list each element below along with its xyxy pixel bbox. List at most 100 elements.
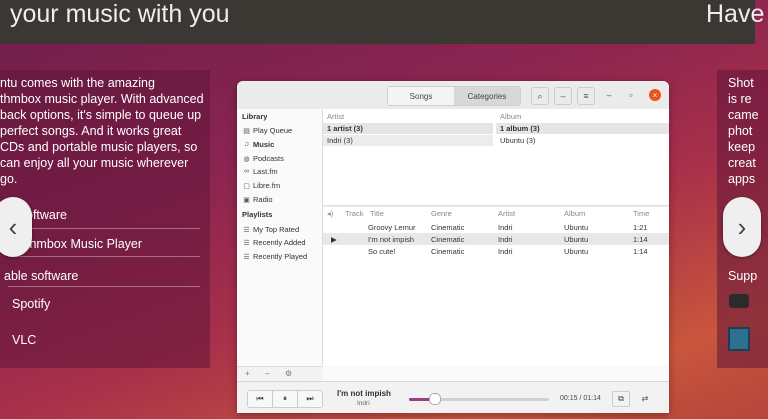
search-button[interactable]: ⌕ [531, 87, 549, 105]
playback-time: 00:15 / 01:14 [560, 395, 601, 402]
restore-icon: ▫ [629, 90, 633, 100]
playing-indicator: ▶ [331, 235, 337, 244]
sidebar-item-label: Recently Played [253, 252, 308, 261]
sidebar-item-label: Recently Added [253, 238, 306, 247]
remove-playlist-button[interactable]: – [265, 369, 269, 378]
queue-icon: ▤ [243, 127, 250, 135]
view-switcher: Songs Categories [387, 86, 521, 106]
add-playlist-button[interactable]: + [245, 369, 250, 378]
song-album: Ubuntu [564, 223, 589, 232]
table-row[interactable]: Groovy Lemur Cinematic Indri Ubuntu 1:21 [323, 221, 669, 233]
playlist-settings-button[interactable]: ⚙ [285, 369, 292, 378]
previous-track-button[interactable]: ⏮ [248, 391, 273, 407]
song-artist: Indri [498, 247, 513, 256]
genre-column-header[interactable]: Genre [431, 209, 452, 218]
divider [8, 286, 200, 287]
sidebar-item-music[interactable]: ♫ Music [242, 140, 274, 149]
song-album: Ubuntu [564, 235, 589, 244]
volume-icon: ◂) [327, 209, 334, 218]
shuffle-button[interactable]: ⇄ [637, 391, 653, 405]
next-slide-button[interactable]: › [723, 197, 761, 257]
librefm-icon: ▢ [243, 182, 250, 190]
sidebar-item-label: My Top Rated [253, 225, 300, 234]
album-column-header[interactable]: Album [500, 112, 521, 121]
menu-button[interactable]: ≡ [577, 87, 595, 105]
included-software-heading: oftware [26, 208, 67, 222]
song-album: Ubuntu [564, 247, 589, 256]
sidebar-item-label: Music [253, 140, 275, 149]
song-title: I'm not impish [368, 235, 415, 244]
sidebar-item-librefm[interactable]: ▢ Libre.fm [242, 181, 280, 190]
chevron-right-icon: › [737, 211, 747, 242]
sidebar-item-recently-added[interactable]: ☰ Recently Added [242, 238, 306, 247]
playlist-icon: ☰ [243, 239, 250, 247]
sidebar-item-radio[interactable]: ▣ Radio [242, 195, 273, 204]
tab-categories[interactable]: Categories [454, 87, 520, 105]
sidebar-item-label: Podcasts [253, 154, 284, 163]
song-artist: Indri [498, 223, 513, 232]
song-time: 1:21 [633, 223, 648, 232]
minimize-button[interactable]: – [601, 87, 617, 103]
tab-songs[interactable]: Songs [388, 87, 454, 105]
sidebar-item-play-queue[interactable]: ▤ Play Queue [242, 126, 292, 135]
pause-button[interactable]: ⏸ [273, 391, 298, 407]
next-icon: ⏭ [306, 394, 314, 403]
song-time: 1:14 [633, 235, 648, 244]
previous-icon: ⏮ [256, 394, 264, 403]
sidebar-item-podcasts[interactable]: ◍ Podcasts [242, 154, 284, 163]
next-track-button[interactable]: ⏭ [298, 391, 322, 407]
repeat-icon: ⧉ [618, 394, 624, 403]
hamburger-menu-icon: ≡ [583, 91, 589, 101]
table-row[interactable]: ▶ I'm not impish Cinematic Indri Ubuntu … [323, 233, 669, 245]
song-genre: Cinematic [431, 223, 465, 232]
pause-icon: ⏸ [283, 394, 287, 403]
available-software-heading: able software [4, 269, 79, 283]
song-title: So cute! [368, 247, 396, 256]
playlist-icon: ☰ [243, 226, 250, 234]
sidebar-item-lastfm[interactable]: ∞ Last.fm [242, 167, 278, 176]
artist-column-header[interactable]: Artist [498, 209, 515, 218]
sidebar-item-label: Radio [253, 195, 273, 204]
window-titlebar: Songs Categories ⌕ – ≡ – ▫ × [237, 81, 669, 110]
repeat-button[interactable]: ⧉ [612, 391, 630, 407]
artist-row[interactable]: 1 artist (3) [323, 123, 493, 134]
playlists-heading: Playlists [242, 210, 273, 219]
artist-column-header[interactable]: Artist [327, 112, 344, 121]
album-row[interactable]: Ubuntu (3) [496, 135, 669, 146]
player-bar: ⏮ ⏸ ⏭ I'm not impish Indri 00:15 / 01:14… [237, 381, 669, 413]
table-row[interactable]: So cute! Cinematic Indri Ubuntu 1:14 [323, 245, 669, 257]
sidebar-item-label: Play Queue [253, 126, 293, 135]
song-artist: Indri [498, 235, 513, 244]
minimize-icon: – [606, 90, 612, 100]
rhythmbox-window: Songs Categories ⌕ – ≡ – ▫ × Library ▤ Pl… [237, 81, 669, 413]
song-genre: Cinematic [431, 235, 465, 244]
previous-slide-button[interactable]: ‹ [0, 197, 32, 257]
artist-row[interactable]: Indri (3) [323, 135, 493, 146]
music-note-icon: ♫ [243, 141, 250, 148]
shuffle-icon: ⇄ [641, 393, 649, 403]
banner-right-text: Have [706, 0, 765, 28]
sidebar-item-recently-played[interactable]: ☰ Recently Played [242, 252, 307, 261]
progress-handle[interactable] [429, 393, 442, 405]
sidebar-item-label: Libre.fm [253, 181, 281, 190]
time-column-header[interactable]: Time [633, 209, 649, 218]
album-column-header[interactable]: Album [564, 209, 585, 218]
minus-icon: – [560, 91, 566, 101]
radio-icon: ▣ [243, 196, 250, 204]
included-software-item: thmbox Music Player [26, 237, 143, 251]
song-time: 1:14 [633, 247, 648, 256]
playback-controls: ⏮ ⏸ ⏭ [247, 390, 323, 408]
track-column-header[interactable]: Track [345, 209, 363, 218]
song-title: Groovy Lemur [368, 223, 416, 232]
browse-button[interactable]: – [554, 87, 572, 105]
song-list: ◂) Track Title Genre Artist Album Time G… [323, 207, 669, 365]
album-row[interactable]: 1 album (3) [496, 123, 669, 134]
close-button[interactable]: × [649, 89, 661, 101]
library-heading: Library [242, 112, 268, 121]
app-logo-icon [728, 327, 750, 351]
sidebar-footer: + – ⚙ [237, 366, 323, 382]
restore-button[interactable]: ▫ [623, 87, 639, 103]
title-column-header[interactable]: Title [370, 209, 384, 218]
now-playing-artist: Indri [357, 400, 370, 407]
sidebar-item-top-rated[interactable]: ☰ My Top Rated [242, 225, 299, 234]
